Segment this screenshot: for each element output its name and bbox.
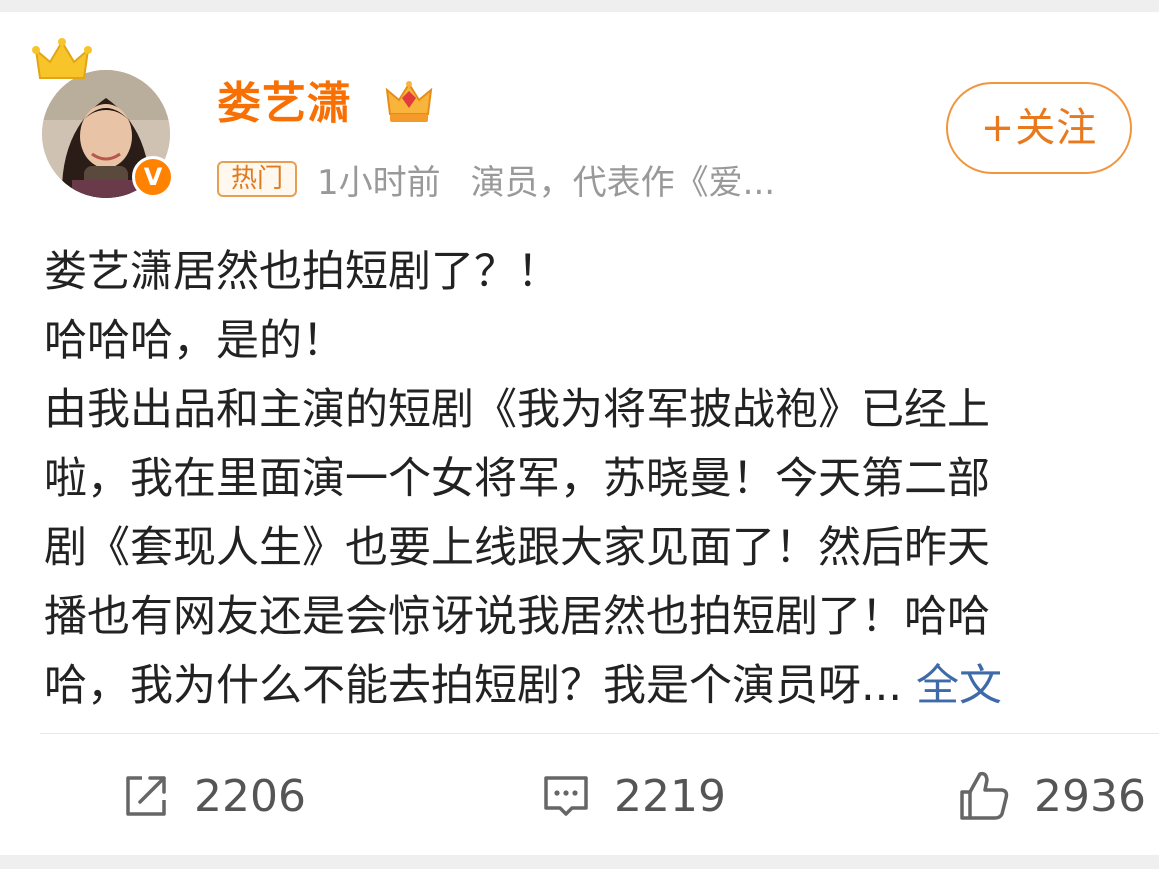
post-line: 播也有网友还是会惊讶说我居然也拍短剧了！哈哈 xyxy=(44,592,990,642)
follow-button[interactable]: +关注 xyxy=(946,82,1132,174)
comment-count: 2219 xyxy=(614,770,726,822)
post-meta: 热门 1小时前 演员，代表作《爱... xyxy=(217,157,776,203)
share-icon xyxy=(126,776,166,816)
post-line: 哈哈哈，是的！ xyxy=(44,316,345,366)
like-button[interactable]: 2936 xyxy=(956,764,1146,828)
post-line: 由我出品和主演的短剧《我为将军披战袍》已经上 xyxy=(44,385,990,435)
post-line-text: 哈，我为什么不能去拍短剧？我是个演员呀... xyxy=(44,661,903,711)
member-crown-icon[interactable] xyxy=(384,78,434,128)
post-content[interactable]: 娄艺潇居然也拍短剧了？！ 哈哈哈，是的！ 由我出品和主演的短剧《我为将军披战袍》… xyxy=(44,238,1159,721)
post-time: 1小时前 xyxy=(317,162,441,203)
comment-icon xyxy=(544,776,588,816)
comment-button[interactable]: 2219 xyxy=(540,764,726,828)
post-line: 娄艺潇居然也拍短剧了？！ xyxy=(44,247,560,297)
repost-button[interactable]: 2206 xyxy=(120,764,306,828)
hot-badge: 热门 xyxy=(217,161,298,197)
thumbs-up-icon xyxy=(960,771,1009,820)
avatar-container[interactable]: V xyxy=(32,38,176,198)
weibo-post-card: V 娄艺潇 热门 1小时前 演员，代表作《爱... +关注 娄艺潇居然也拍短剧了… xyxy=(0,12,1159,855)
repost-count: 2206 xyxy=(194,770,306,822)
crown-icon xyxy=(32,38,92,79)
post-line-last: 哈，我为什么不能去拍短剧？我是个演员呀... 全文 xyxy=(44,652,1159,721)
post-line: 剧《套现人生》也要上线跟大家见面了！然后昨天 xyxy=(44,523,990,573)
post-line: 啦，我在里面演一个女将军，苏晓曼！今天第二部 xyxy=(44,454,990,504)
username[interactable]: 娄艺潇 xyxy=(217,74,352,134)
verified-badge-icon: V xyxy=(132,156,174,198)
user-description: 演员，代表作《爱... xyxy=(470,162,776,203)
divider xyxy=(40,733,1159,734)
full-text-link[interactable]: 全文 xyxy=(916,661,1002,711)
like-count: 2936 xyxy=(1034,770,1146,822)
